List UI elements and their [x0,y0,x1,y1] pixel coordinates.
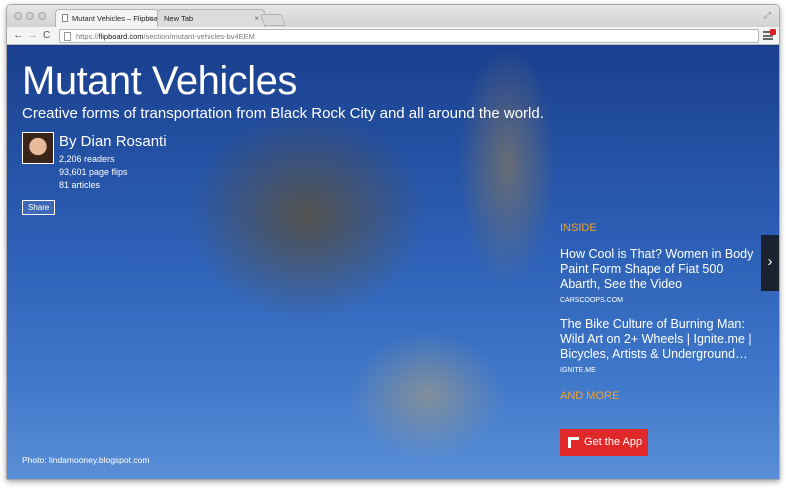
url-scheme: https:// [76,32,99,41]
get-the-app-label: Get the App [584,436,643,448]
tab-close-icon[interactable]: × [254,14,259,23]
inside-label: INSIDE [560,222,597,234]
tab-new-tab[interactable]: New Tab × [157,9,265,27]
browser-toolbar: ← → C https://flipboard.com/section/muta… [7,27,779,45]
browser-menu-icon[interactable] [763,29,776,40]
url-host: flipboard.com [98,32,144,41]
photo-credit: Photo: lindamooney.blogspot.com [22,455,150,465]
and-more-link[interactable]: AND MORE [560,390,619,402]
forward-icon[interactable]: → [27,29,38,42]
tab-mutant-vehicles[interactable]: Mutant Vehicles – Flipboar × [55,9,159,27]
article-link[interactable]: How Cool is That? Women in Body Paint Fo… [560,247,760,292]
readers-count: 2,206 readers [59,154,115,164]
zoom-window-button[interactable] [38,12,46,20]
url-path: /section/mutant-vehicles-bv4EEM [143,32,255,41]
next-page-chevron-icon[interactable]: › [761,235,779,291]
close-window-button[interactable] [14,12,22,20]
avatar[interactable] [22,132,54,164]
page-flips-count: 93,601 page flips [59,167,128,177]
tab-strip: Mutant Vehicles – Flipboar × New Tab × ⤢ [7,5,779,27]
minimize-window-button[interactable] [26,12,34,20]
back-icon[interactable]: ← [13,29,24,42]
page-title: Mutant Vehicles [22,59,297,103]
article-source: CARSCOOPS.COM [560,297,624,304]
reload-icon[interactable]: C [43,29,50,42]
article-source: IGNITE.ME [560,367,596,374]
tab-label: New Tab [164,14,194,23]
new-tab-button[interactable] [259,14,287,26]
page-subtitle: Creative forms of transportation from Bl… [22,105,544,122]
browser-window: Mutant Vehicles – Flipboar × New Tab × ⤢… [6,4,780,480]
notification-badge-icon [770,29,776,35]
share-button[interactable]: Share [22,200,56,215]
get-the-app-button[interactable]: Get the App [560,429,648,456]
tab-close-icon[interactable]: × [148,14,153,23]
articles-count: 81 articles [59,180,101,190]
address-bar[interactable]: https://flipboard.com/section/mutant-veh… [59,29,759,43]
article-link[interactable]: The Bike Culture of Burning Man: Wild Ar… [560,317,760,362]
flipboard-logo-icon [568,437,579,448]
page-icon [62,14,68,22]
page-info-icon[interactable] [64,32,71,41]
author-name[interactable]: By Dian Rosanti [59,133,167,150]
tab-label: Mutant Vehicles – Flipboar [72,14,159,23]
fullscreen-icon[interactable]: ⤢ [764,10,771,21]
flipboard-section-cover: Mutant Vehicles Creative forms of transp… [7,45,779,479]
